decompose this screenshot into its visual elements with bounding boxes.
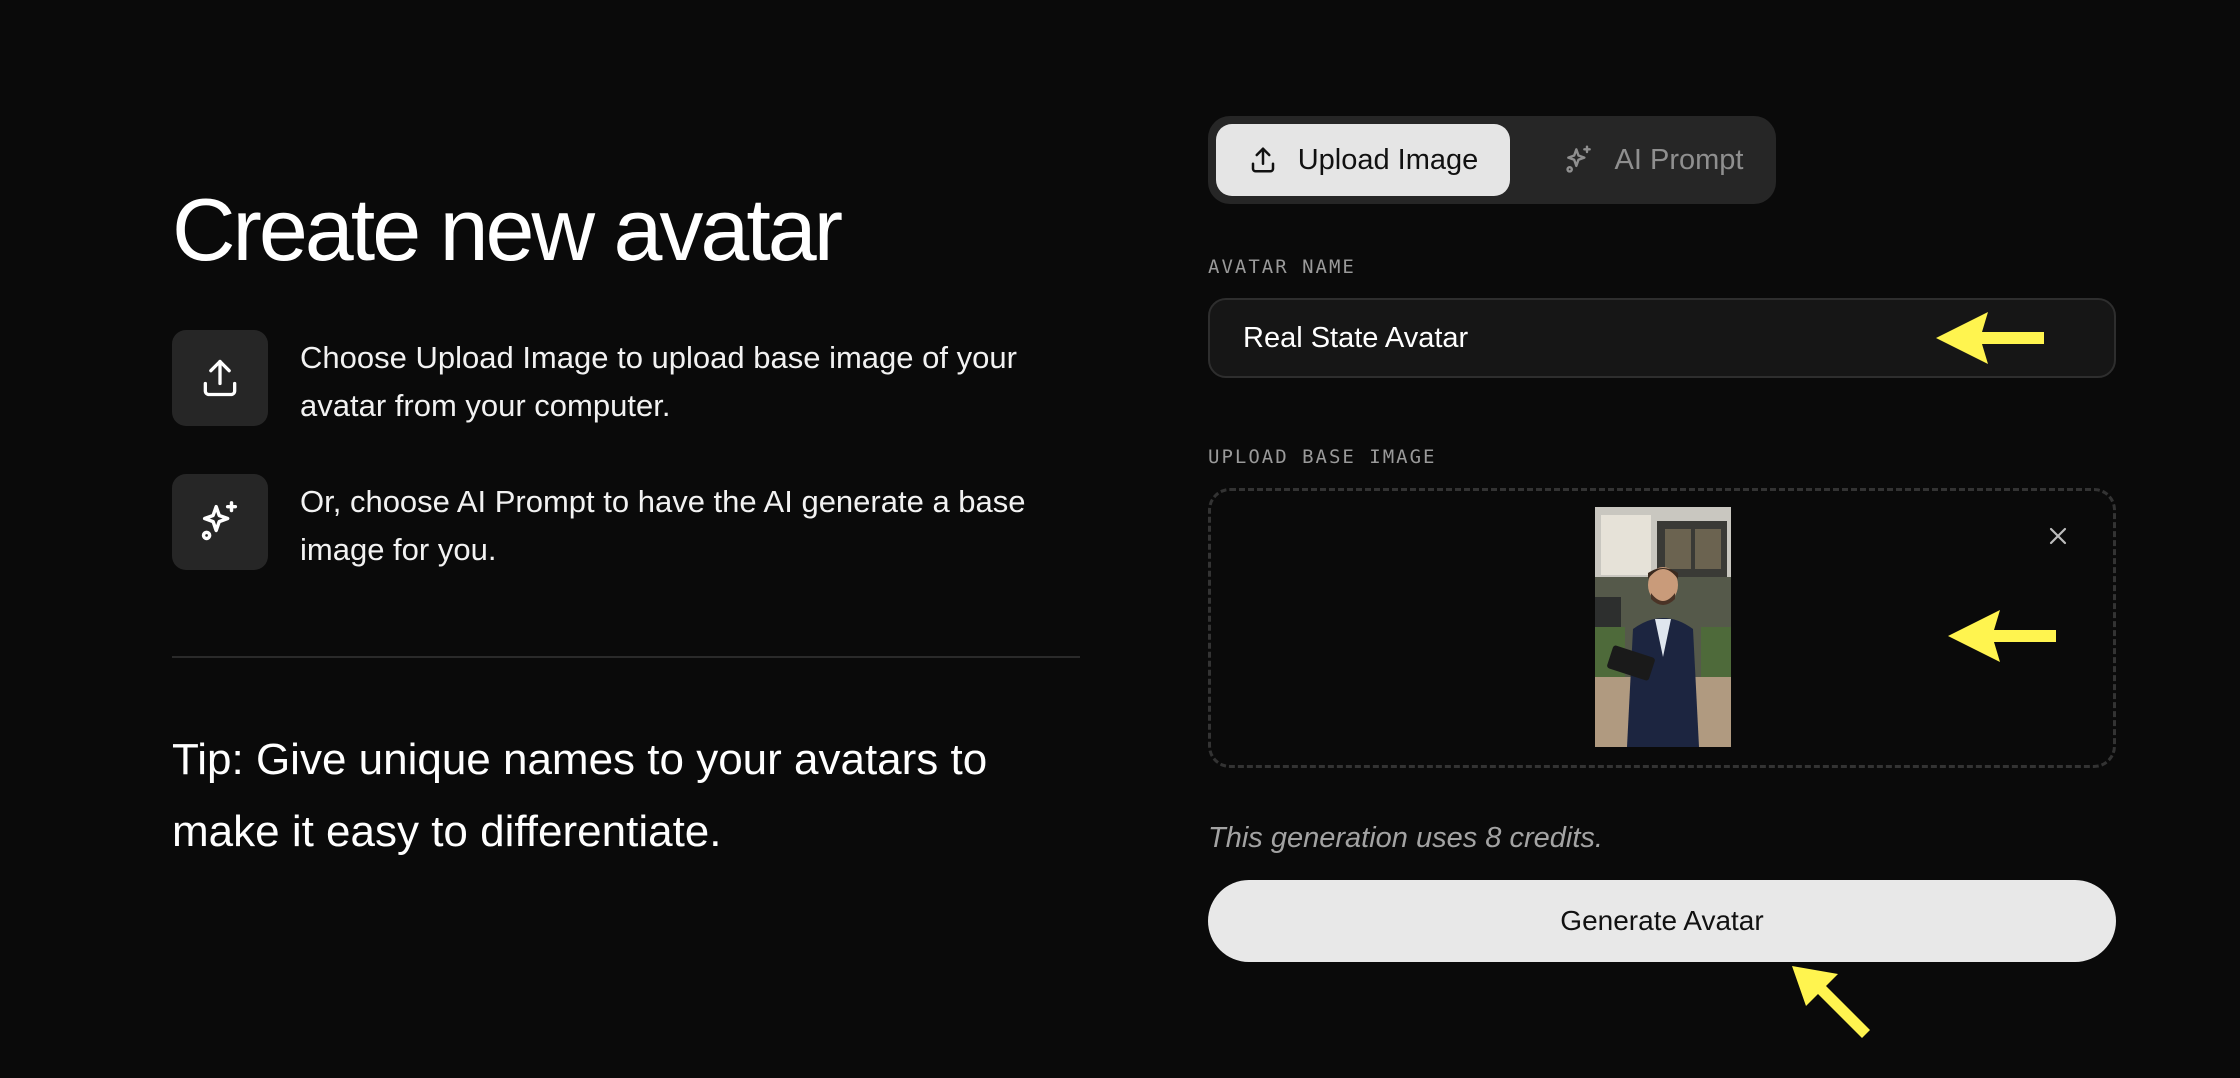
upload-icon bbox=[1251, 147, 1274, 173]
tab-label: Upload Image bbox=[1297, 143, 1479, 176]
create-avatar-page: Create new avatar Choose Upload Image to… bbox=[0, 0, 2240, 1078]
close-icon bbox=[2049, 527, 2067, 545]
upload-icon bbox=[172, 330, 268, 426]
tab-ai-prompt[interactable]: AI Prompt bbox=[1542, 124, 1764, 196]
tab-label: AI Prompt bbox=[1614, 143, 1744, 176]
annotation-arrow-icon bbox=[1792, 966, 1870, 1038]
credits-note: This generation uses 8 credits. bbox=[1208, 822, 1603, 854]
page-title: Create new avatar bbox=[172, 180, 843, 279]
info-text-ai-prompt: Or, choose AI Prompt to have the AI gene… bbox=[300, 484, 1026, 567]
annotation-arrow-icon bbox=[1936, 312, 2044, 364]
avatar-name-label: AVATAR NAME bbox=[1208, 256, 1356, 278]
generate-avatar-button[interactable]: Generate Avatar bbox=[1208, 880, 2116, 962]
info-text-upload: Choose Upload Image to upload base image… bbox=[300, 340, 1017, 423]
upload-base-image-label: UPLOAD BASE IMAGE bbox=[1208, 446, 1437, 468]
uploaded-image-preview bbox=[1595, 507, 1731, 747]
tab-upload-image[interactable]: Upload Image bbox=[1216, 124, 1510, 196]
sparkles-icon bbox=[172, 474, 268, 570]
sparkles-icon bbox=[1565, 145, 1591, 173]
source-tabs: Upload Image AI Prompt bbox=[1208, 116, 1776, 204]
annotation-arrow-icon bbox=[1948, 610, 2056, 662]
info-item-ai-prompt: Or, choose AI Prompt to have the AI gene… bbox=[172, 474, 1080, 574]
info-item-upload: Choose Upload Image to upload base image… bbox=[172, 330, 1080, 430]
remove-image-button[interactable] bbox=[2043, 521, 2073, 551]
section-divider bbox=[172, 656, 1080, 658]
intro-panel: Create new avatar Choose Upload Image to… bbox=[172, 170, 1080, 856]
tip-text: Tip: Give unique names to your avatars t… bbox=[172, 735, 988, 856]
